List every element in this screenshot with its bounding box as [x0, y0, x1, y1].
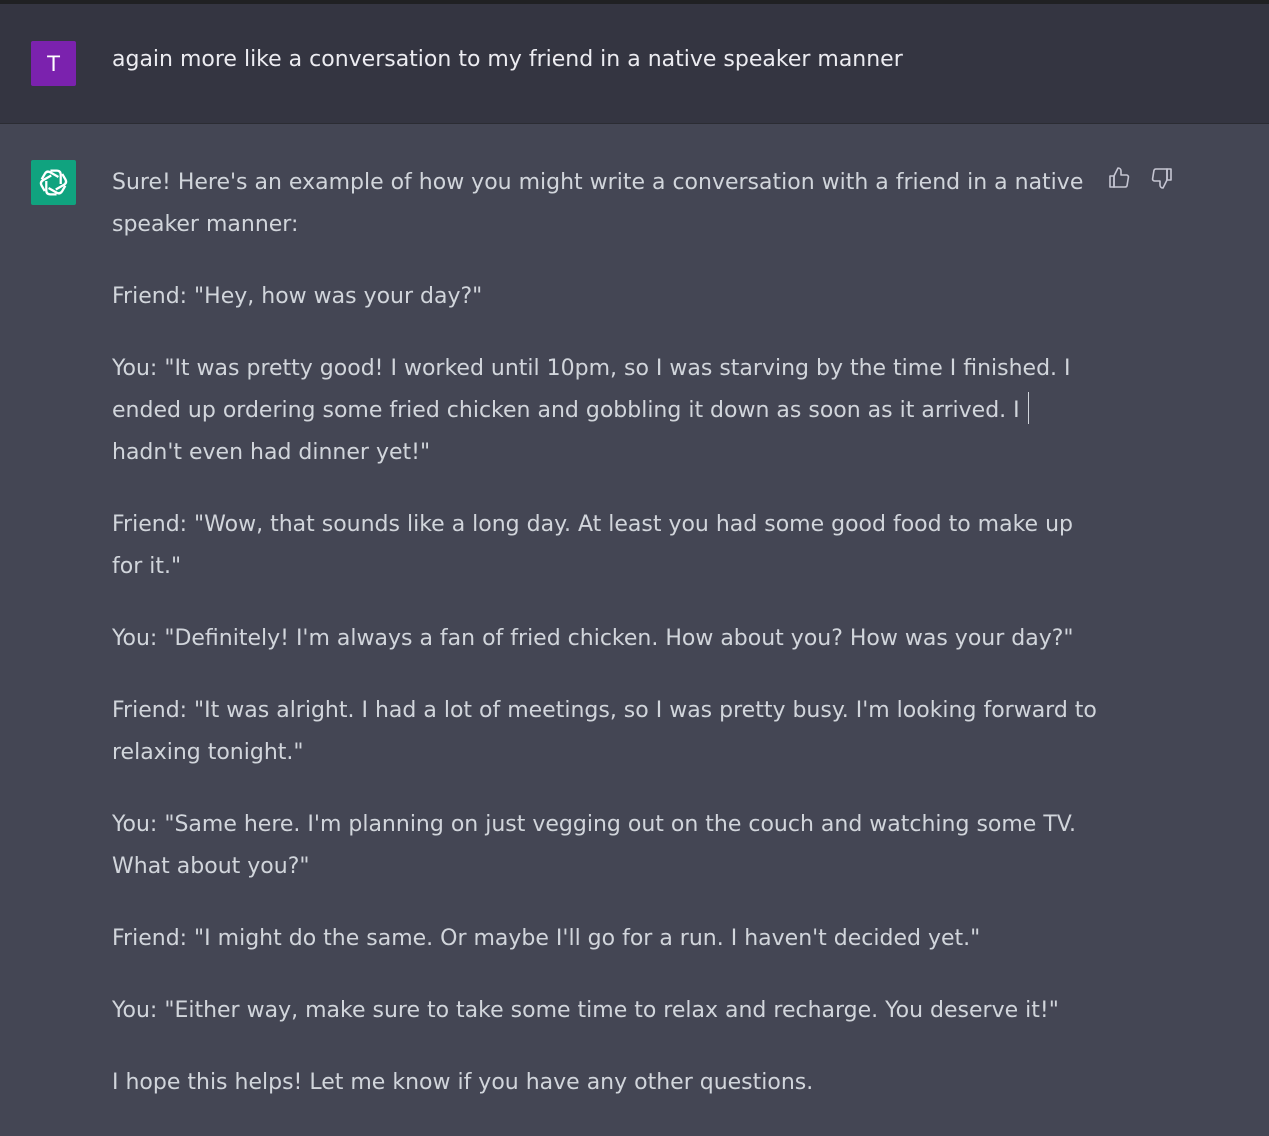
assistant-paragraph: Friend: "Wow, that sounds like a long da… — [112, 512, 1073, 579]
assistant-paragraph-text-rest: hadn't even had dinner yet!" — [112, 440, 431, 465]
assistant-paragraph: Friend: "Hey, how was your day?" — [112, 284, 483, 309]
assistant-message-text: Sure! Here's an example of how you might… — [112, 162, 1097, 1134]
assistant-message-row: Sure! Here's an example of how you might… — [0, 124, 1269, 1136]
user-message-row: T again more like a conversation to my f… — [0, 4, 1269, 124]
assistant-paragraph: Friend: "I might do the same. Or maybe I… — [112, 926, 981, 951]
text-cursor — [1027, 392, 1029, 424]
assistant-paragraph: Sure! Here's an example of how you might… — [112, 170, 1084, 237]
assistant-paragraph: You: "Same here. I'm planning on just ve… — [112, 812, 1076, 879]
assistant-paragraph: You: "Definitely! I'm always a fan of fr… — [112, 626, 1074, 651]
thumbs-down-button[interactable] — [1149, 164, 1174, 192]
user-avatar: T — [31, 41, 76, 86]
thumbs-up-icon — [1108, 167, 1129, 188]
thumbs-up-button[interactable] — [1106, 164, 1131, 192]
assistant-avatar — [31, 160, 76, 205]
feedback-buttons — [1106, 164, 1174, 192]
openai-logo-icon — [39, 169, 68, 196]
assistant-paragraph: You: "Either way, make sure to take some… — [112, 998, 1059, 1023]
user-message-text: again more like a conversation to my fri… — [112, 47, 903, 72]
assistant-paragraph: Friend: "It was alright. I had a lot of … — [112, 698, 1097, 765]
assistant-paragraph: You: "It was pretty good! I worked until… — [112, 348, 1097, 474]
assistant-paragraph: I hope this helps! Let me know if you ha… — [112, 1070, 814, 1095]
thumbs-down-icon — [1151, 168, 1172, 189]
assistant-paragraph-text: You: "It was pretty good! I worked until… — [112, 356, 1071, 423]
